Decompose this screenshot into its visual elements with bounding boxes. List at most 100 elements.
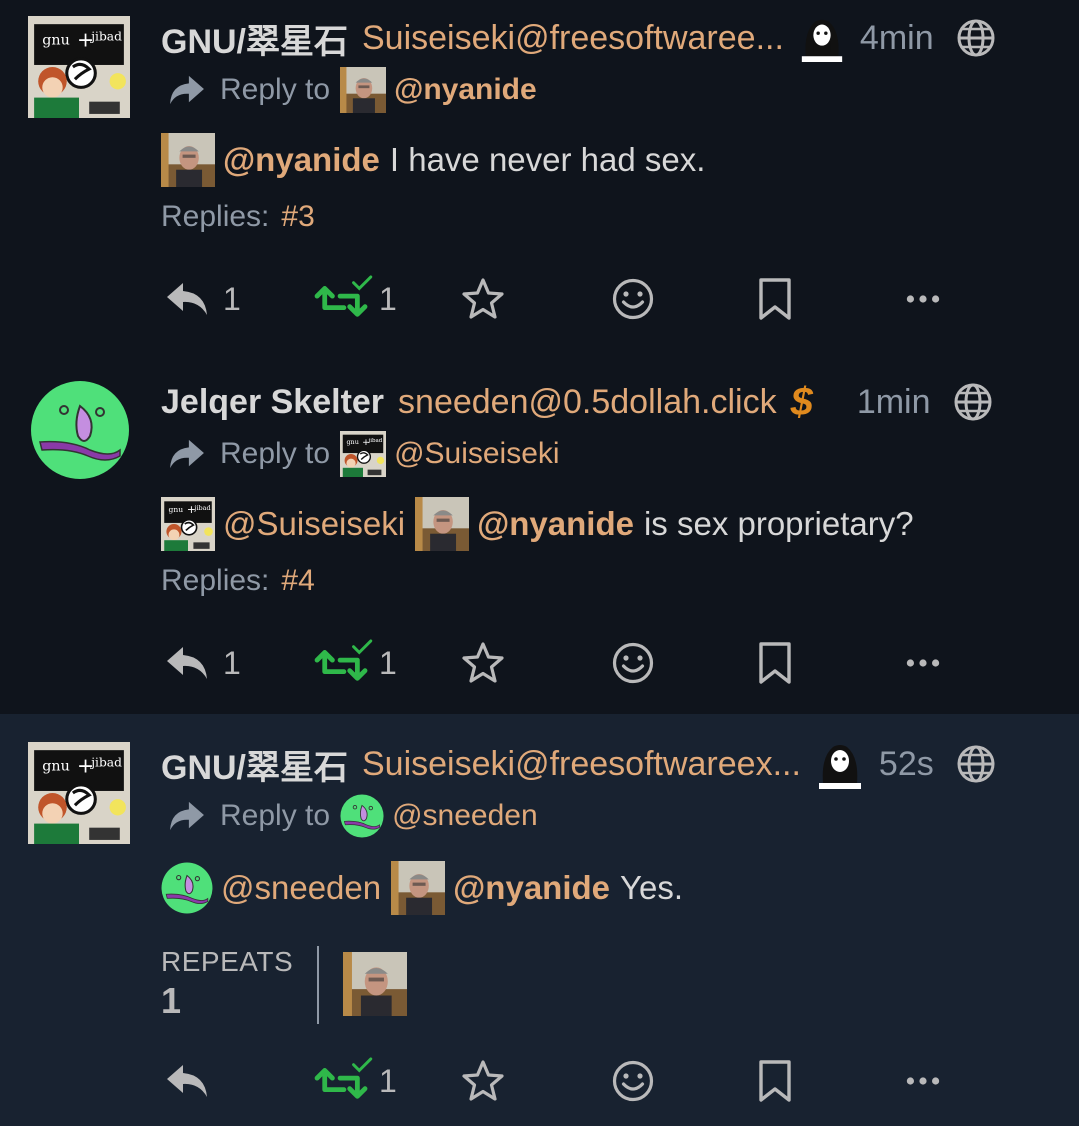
bookmark-icon [757,1059,793,1103]
repeat-count: 1 [379,1062,397,1099]
repeats-panel: REPEATS 1 [161,946,294,1024]
mention-avatar [161,133,215,187]
display-name[interactable]: GNU/翠星石 [161,740,348,789]
favorite-button[interactable] [461,274,505,324]
reply-to-label: Reply to [220,799,331,832]
reply-count: 1 [223,644,241,681]
mini-avatar [340,794,384,838]
reply-link[interactable]: #3 [281,200,314,233]
mention-link[interactable]: @nyanide [477,505,634,543]
post-text: Yes. [620,869,684,906]
reply-to-link[interactable]: @Suiseiseki [394,437,560,471]
post-actions: 1 1 [165,638,965,688]
mention-link[interactable]: @nyanide [453,869,610,907]
more-button[interactable] [905,1056,941,1106]
repeat-count: 1 [379,644,397,681]
mini-avatar [340,431,386,477]
reply-button[interactable]: 1 [165,274,241,324]
reply-to-line: Reply to @Suiseiseki [168,432,560,476]
timestamp[interactable]: 52s [879,745,934,784]
dollar-badge: $ [790,379,813,424]
retweet-icon [311,1057,373,1105]
account-handle[interactable]: Suiseiseki@freesoftwaree... [362,19,784,58]
emoji-icon [611,277,655,321]
globe-icon [956,744,996,784]
avatar[interactable] [28,742,130,844]
mention-link[interactable]: @Suiseiseki [223,505,405,543]
post-content: @sneeden @nyanide Yes. [161,858,1059,918]
emoji-react-button[interactable] [611,274,655,324]
post-content: @Suiseiseki @nyanide is sex proprietary? [161,494,1059,554]
avatar[interactable] [28,16,130,118]
mention-avatar [161,497,215,551]
post-text: I have never had sex. [389,141,706,178]
favorite-button[interactable] [461,1056,505,1106]
repeat-count: 1 [379,280,397,317]
repeat-button[interactable]: 1 [311,1056,397,1106]
status-post: GNU/翠星石 Suiseiseki@freesoftwaree... 4min… [0,0,1079,350]
divider [317,946,319,1024]
avatar[interactable] [30,380,130,480]
post-header: GNU/翠星石 Suiseiseki@freesoftwaree... 4min [161,16,1049,60]
timestamp[interactable]: 4min [860,19,934,58]
repeats-label: REPEATS [161,946,294,977]
replies-line: Replies: #3 [161,200,315,234]
share-arrow-icon [168,800,206,832]
more-button[interactable] [905,638,941,688]
mention-link[interactable]: @nyanide [223,141,380,179]
emoji-react-button[interactable] [611,638,655,688]
bookmark-button[interactable] [757,274,793,324]
reply-to-link[interactable]: @sneeden [392,799,538,833]
display-name[interactable]: Jelqer Skelter [161,383,384,422]
globe-icon [956,18,996,58]
reply-to-link[interactable]: @nyanide [394,73,537,107]
bookmark-icon [757,277,793,321]
reply-link[interactable]: #4 [281,564,314,597]
mention-avatar [161,862,213,914]
retweet-icon [311,639,373,687]
post-actions: 1 [165,1056,965,1106]
post-content: @nyanide I have never had sex. [161,130,1059,190]
status-post: Jelqer Skelter sneeden@0.5dollah.click $… [0,350,1079,714]
replies-label: Replies: [161,564,270,597]
status-post-highlighted: GNU/翠星石 Suiseiseki@freesoftwareex... 52s… [0,714,1079,1126]
retweet-icon [311,275,373,323]
display-name[interactable]: GNU/翠星石 [161,14,348,63]
star-icon [461,1059,505,1103]
reply-button[interactable] [165,1056,209,1106]
bookmark-icon [757,641,793,685]
repeater-avatar[interactable] [343,952,407,1016]
reply-to-label: Reply to [220,437,331,470]
replies-label: Replies: [161,200,270,233]
rms-emoji-icon [815,739,865,789]
post-text: is sex proprietary? [643,505,914,542]
replies-line: Replies: #4 [161,564,315,598]
favorite-button[interactable] [461,638,505,688]
mini-avatar [340,67,386,113]
reply-to-line: Reply to @sneeden [168,794,538,838]
more-icon [905,292,941,306]
post-actions: 1 1 [165,274,965,324]
mention-avatar [415,497,469,551]
star-icon [461,277,505,321]
reply-to-label: Reply to [220,73,331,106]
emoji-icon [611,1059,655,1103]
more-button[interactable] [905,274,941,324]
rms-emoji-icon [798,14,846,62]
post-header: Jelqer Skelter sneeden@0.5dollah.click $… [161,380,1049,424]
globe-icon [953,382,993,422]
timestamp[interactable]: 1min [857,383,931,422]
account-handle[interactable]: Suiseiseki@freesoftwareex... [362,745,801,784]
account-handle[interactable]: sneeden@0.5dollah.click [398,383,777,422]
share-arrow-icon [168,74,206,106]
repeat-button[interactable]: 1 [311,274,397,324]
more-icon [905,656,941,670]
reply-button[interactable]: 1 [165,638,241,688]
repeat-button[interactable]: 1 [311,638,397,688]
bookmark-button[interactable] [757,1056,793,1106]
bookmark-button[interactable] [757,638,793,688]
mention-link[interactable]: @sneeden [221,869,381,907]
share-arrow-icon [168,438,206,470]
reply-icon [165,643,209,683]
emoji-react-button[interactable] [611,1056,655,1106]
